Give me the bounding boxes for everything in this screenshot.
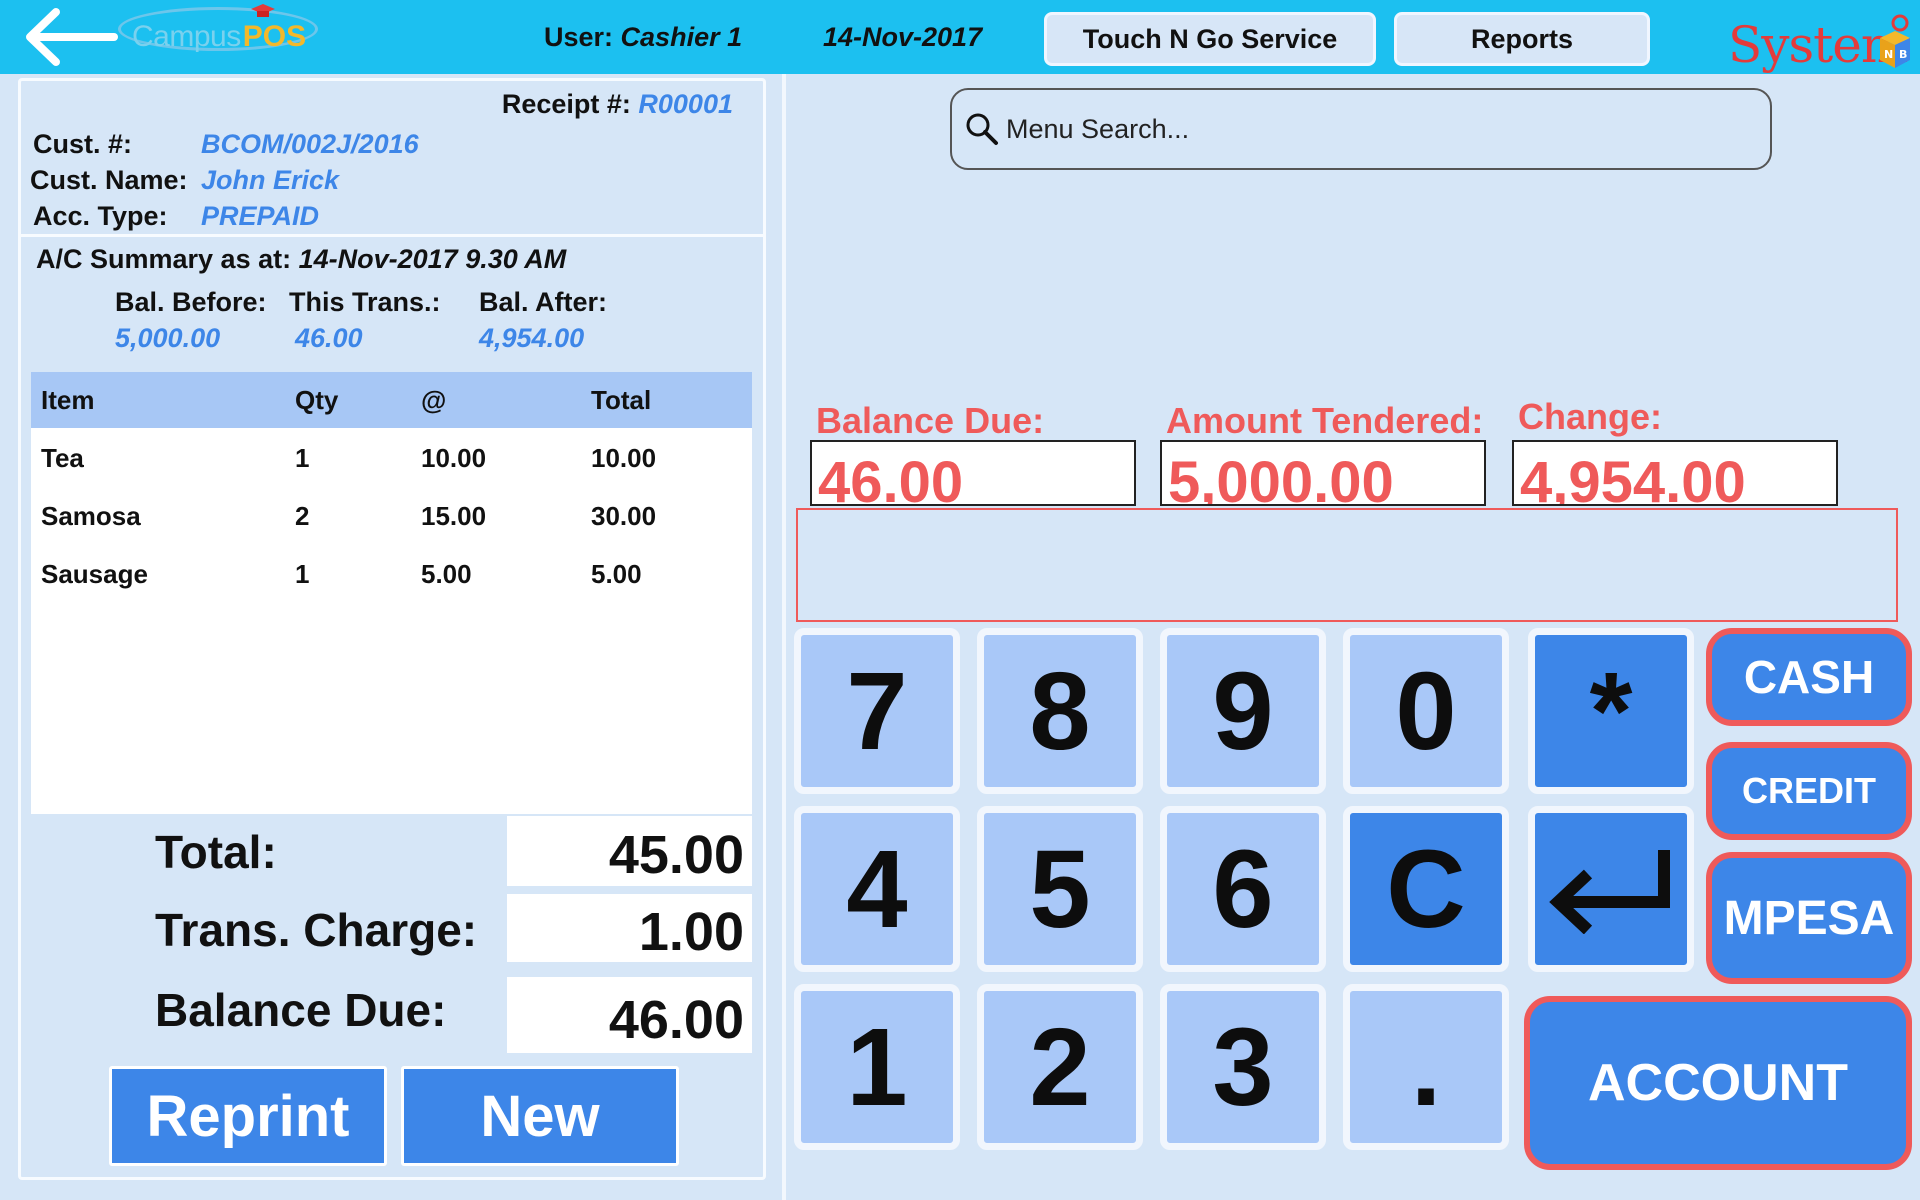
key-6[interactable]: 6 [1160,806,1326,972]
top-bar: Campus POS User: Cashier 1 14-Nov-2017 T… [0,0,1920,74]
receipt-label: Receipt #: [501,89,631,119]
receipt-value: R00001 [638,89,733,119]
acc-type-label: Acc. Type: [33,201,168,231]
cust-no-value: BCOM/002J/2016 [201,129,419,159]
reports-button[interactable]: Reports [1394,12,1650,66]
item-price: 5.00 [421,559,472,589]
graduation-cap-icon [250,4,275,17]
message-area [796,508,1898,622]
enter-key[interactable] [1528,806,1694,972]
bal-after-value: 4,954.00 [479,323,585,353]
current-date: 14-Nov-2017 [823,22,982,53]
panel-divider [782,74,786,1200]
tendered-display[interactable]: 5,000.00 [1160,440,1486,506]
touch-n-go-button[interactable]: Touch N Go Service [1044,12,1376,66]
trans-charge-value: 1.00 [507,894,752,962]
cash-button[interactable]: CASH [1706,628,1912,726]
due-label: Balance Due: [816,400,1045,441]
key-clear[interactable]: C [1343,806,1509,972]
key-asterisk[interactable]: * [1528,628,1694,794]
col-item: Item [41,385,95,415]
col-qty: Qty [295,385,339,415]
items-table: Item Qty @ Total Tea 1 10.00 10.00 Samos… [31,372,752,814]
campus-pos-logo: Campus POS [132,4,307,62]
change-label: Change: [1518,396,1662,437]
summary-as-at: 14-Nov-2017 9.30 AM [298,244,567,274]
this-trans-label: This Trans.: [289,287,441,317]
item-qty: 1 [295,443,310,473]
brand-badge-n: N [1884,48,1893,61]
this-trans-value: 46.00 [295,323,363,353]
col-unit-price: @ [421,385,447,415]
item-total: 30.00 [591,501,657,531]
reprint-button[interactable]: Reprint [109,1066,387,1166]
key-1[interactable]: 1 [794,984,960,1150]
user-name: Cashier 1 [620,22,743,52]
enter-arrow-icon [1549,850,1670,934]
total-label: Total: [155,826,277,878]
total-value: 45.00 [507,816,752,886]
change-display: 4,954.00 [1512,440,1838,506]
item-price: 10.00 [421,443,487,473]
item-qty: 2 [295,501,310,531]
cust-no-label: Cust. #: [33,129,133,159]
items-table-header: Item Qty @ Total [31,372,752,428]
item-name: Tea [41,443,84,473]
search-input[interactable] [1006,113,1746,145]
item-qty: 1 [295,559,310,589]
summary-title-label: A/C Summary as at: [36,244,292,274]
item-price: 15.00 [421,501,487,531]
logo-pos-text: POS [242,4,307,54]
brand-cube-icon: N B [1880,14,1910,68]
credit-button[interactable]: CREDIT [1706,742,1912,840]
cust-name-value: John Erick [201,165,340,195]
key-decimal[interactable]: . [1343,984,1509,1150]
item-total: 10.00 [591,443,657,473]
system-nb-logo: System N B [1728,4,1914,74]
acc-type-value: PREPAID [201,201,320,231]
bal-before-value: 5,000.00 [115,323,221,353]
key-2[interactable]: 2 [977,984,1143,1150]
key-9[interactable]: 9 [1160,628,1326,794]
brand-badge-b: B [1899,48,1907,61]
menu-search [950,88,1772,170]
col-total: Total [591,385,652,415]
item-name: Sausage [41,559,148,589]
logo-pos-label: POS [242,20,307,53]
key-3[interactable]: 3 [1160,984,1326,1150]
date-value: 14-Nov-2017 [823,22,983,52]
bal-after-label: Bal. After: [479,287,608,317]
balance-due-label: Balance Due: [155,984,447,1036]
new-button[interactable]: New [401,1066,679,1166]
user-label: User: [544,22,614,52]
trans-charge-label: Trans. Charge: [155,904,478,956]
item-name: Samosa [41,501,141,531]
key-0[interactable]: 0 [1343,628,1509,794]
due-display: 46.00 [810,440,1136,506]
key-5[interactable]: 5 [977,806,1143,972]
key-4[interactable]: 4 [794,806,960,972]
summary-title: A/C Summary as at: 14-Nov-2017 9.30 AM [36,244,566,275]
back-button[interactable] [20,6,120,68]
mpesa-button[interactable]: MPESA [1706,852,1912,984]
key-8[interactable]: 8 [977,628,1143,794]
back-arrow-icon [26,8,118,66]
bal-before-label: Bal. Before: [115,287,267,317]
user-info: User: Cashier 1 [544,22,742,53]
search-icon [966,113,998,145]
receipt-panel: Receipt #: R00001 Cust. #: BCOM/002J/201… [18,78,766,1180]
account-button[interactable]: ACCOUNT [1524,996,1912,1170]
section-divider [21,234,763,237]
item-total: 5.00 [591,559,642,589]
logo-campus-text: Campus [132,20,241,53]
balance-due-value: 46.00 [507,977,752,1053]
receipt-number: Receipt #: R00001 [502,89,733,120]
cust-name-label: Cust. Name: [30,165,188,195]
tendered-label: Amount Tendered: [1166,400,1484,441]
key-7[interactable]: 7 [794,628,960,794]
